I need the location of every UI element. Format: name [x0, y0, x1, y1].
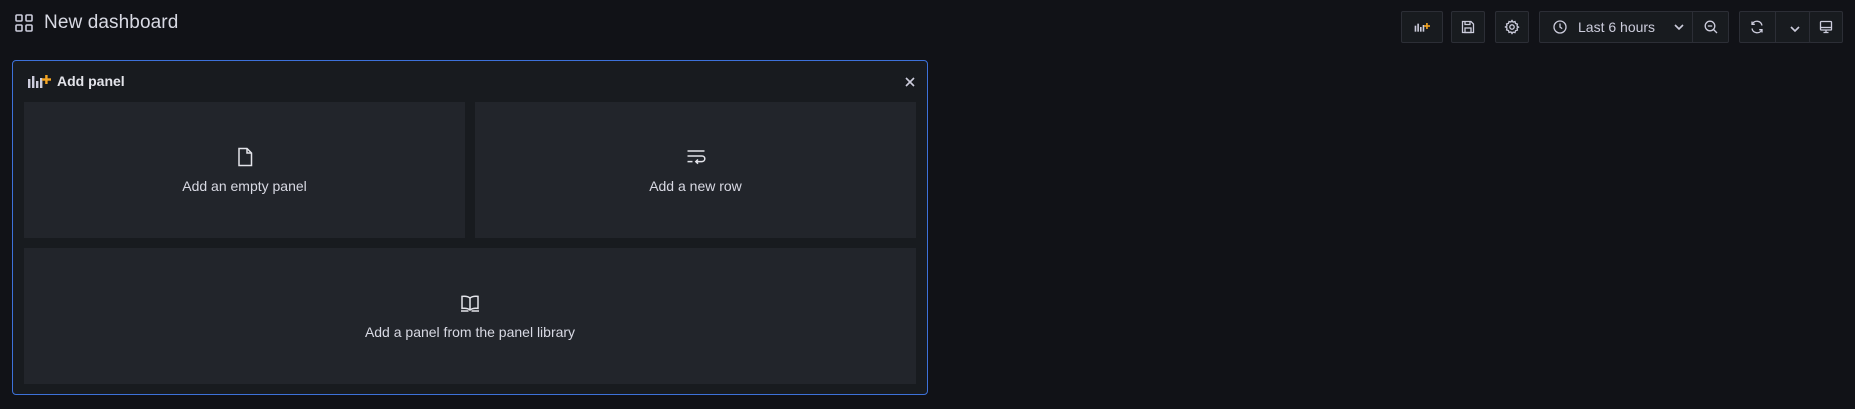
- tv-mode-button[interactable]: [1809, 11, 1843, 43]
- time-range-label: Last 6 hours: [1578, 19, 1656, 35]
- refresh-button-group: [1739, 11, 1811, 43]
- add-panel-header: Add panel: [27, 73, 125, 89]
- top-navbar: New dashboard Last 6 hours: [0, 0, 1855, 52]
- gear-icon: [1504, 19, 1520, 35]
- file-blank-icon: [234, 146, 256, 168]
- save-dashboard-button[interactable]: [1451, 11, 1485, 43]
- monitor-icon: [1818, 19, 1834, 35]
- add-empty-panel-label: Add an empty panel: [182, 178, 307, 194]
- close-icon[interactable]: [903, 75, 917, 89]
- add-panel-button[interactable]: [1401, 11, 1443, 43]
- refresh-button[interactable]: [1749, 19, 1765, 35]
- add-new-row-label: Add a new row: [649, 178, 742, 194]
- refresh-interval-dropdown[interactable]: [1787, 21, 1803, 37]
- chevron-down-icon: [1671, 19, 1687, 35]
- add-panel-card: Add panel Add an empty panel Add a new r…: [12, 60, 928, 395]
- chevron-down-icon: [1787, 21, 1803, 37]
- add-library-panel-label: Add a panel from the panel library: [364, 324, 576, 340]
- apps-grid-icon: [14, 13, 34, 33]
- dashboard-title-area[interactable]: New dashboard: [14, 12, 178, 34]
- zoom-out-icon: [1703, 19, 1719, 35]
- add-panel-icon: [1414, 19, 1430, 35]
- dashboard-title[interactable]: New dashboard: [44, 12, 178, 34]
- add-panel-title: Add panel: [57, 73, 125, 89]
- zoom-out-button[interactable]: [1703, 19, 1719, 35]
- book-open-icon: [459, 292, 481, 314]
- toolbar-divider: [1775, 12, 1776, 42]
- save-icon: [1460, 19, 1476, 35]
- refresh-icon: [1749, 19, 1765, 35]
- add-panel-icon: [27, 73, 51, 89]
- add-library-panel-option[interactable]: Add a panel from the panel library: [24, 248, 916, 384]
- add-new-row-option[interactable]: Add a new row: [475, 102, 916, 238]
- time-picker-button[interactable]: Last 6 hours: [1539, 11, 1729, 43]
- wrap-text-icon: [685, 146, 707, 168]
- clock-icon: [1552, 19, 1568, 35]
- add-empty-panel-option[interactable]: Add an empty panel: [24, 102, 465, 238]
- dashboard-settings-button[interactable]: [1495, 11, 1529, 43]
- toolbar-divider: [1692, 12, 1693, 42]
